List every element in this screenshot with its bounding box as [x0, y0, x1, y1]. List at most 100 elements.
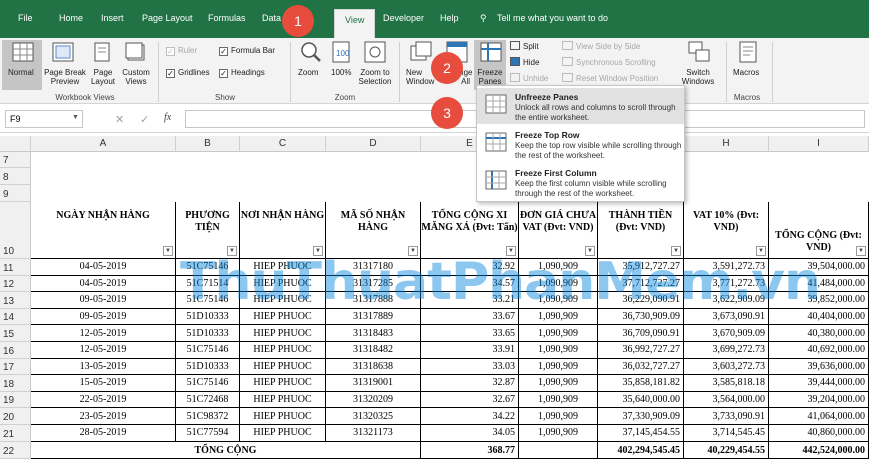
unhide-button[interactable]: Unhide: [510, 73, 548, 83]
row-header[interactable]: 13: [0, 292, 31, 309]
cell-amount[interactable]: 36,032,727.27: [598, 358, 684, 376]
total-tons[interactable]: 368.77: [421, 442, 519, 459]
cell-total[interactable]: 39,852,000.00: [769, 292, 869, 309]
row-header[interactable]: 21: [0, 425, 31, 442]
cell-vat[interactable]: 3,564,000.00: [684, 391, 769, 409]
filter-dropdown-icon[interactable]: ▼: [313, 246, 323, 256]
cell-vehicle[interactable]: 51C75146: [176, 375, 240, 392]
cell-date[interactable]: 09-05-2019: [31, 308, 176, 326]
cell-receipt-no[interactable]: 31318638: [326, 358, 421, 376]
tab-view[interactable]: View: [334, 9, 376, 38]
cell-vehicle[interactable]: 51C75146: [176, 292, 240, 309]
cell-tons[interactable]: 32.87: [421, 375, 519, 392]
unfreeze-panes-item[interactable]: Unfreeze Panes Unlock all rows and colum…: [477, 88, 684, 124]
cell-receipt-no[interactable]: 31321173: [326, 425, 421, 442]
filter-dropdown-icon[interactable]: ▼: [756, 246, 766, 256]
column-header-c[interactable]: C: [240, 136, 326, 152]
cell-unit-price[interactable]: 1,090,909: [519, 259, 598, 276]
cell-amount[interactable]: 37,145,454.55: [598, 425, 684, 442]
tell-me-search[interactable]: Tell me what you want to do: [497, 13, 608, 23]
switch-windows-button[interactable]: Switch Windows: [675, 68, 721, 86]
freeze-first-column-item[interactable]: Freeze First Column Keep the first colum…: [477, 164, 684, 200]
tab-help[interactable]: Help: [440, 13, 459, 23]
filter-dropdown-icon[interactable]: ▼: [671, 246, 681, 256]
cell-tons[interactable]: 33.03: [421, 358, 519, 376]
row-header[interactable]: 8: [0, 168, 31, 185]
column-header-d[interactable]: D: [326, 136, 421, 152]
cell-date[interactable]: 04-05-2019: [31, 259, 176, 276]
cell-receipt-no[interactable]: 31319001: [326, 375, 421, 392]
total-empty[interactable]: [519, 442, 598, 459]
cell-destination[interactable]: HIEP PHUOC: [240, 259, 326, 276]
cell-receipt-no[interactable]: 31320209: [326, 391, 421, 409]
cell-tons[interactable]: 32.92: [421, 259, 519, 276]
cell-unit-price[interactable]: 1,090,909: [519, 275, 598, 293]
cell-amount[interactable]: 35,912,727.27: [598, 259, 684, 276]
cell-vehicle[interactable]: 51C71514: [176, 275, 240, 293]
column-header-i[interactable]: I: [769, 136, 869, 152]
formula-bar-checkbox[interactable]: ✓ Formula Bar: [219, 46, 275, 56]
cell-date[interactable]: 23-05-2019: [31, 408, 176, 425]
row-header[interactable]: 22: [0, 442, 31, 459]
cell-amount[interactable]: 37,712,727.27: [598, 275, 684, 293]
cell-destination[interactable]: HIEP PHUOC: [240, 342, 326, 359]
gridlines-checkbox[interactable]: ✓ Gridlines: [166, 68, 210, 78]
cell-date[interactable]: 13-05-2019: [31, 358, 176, 376]
row-header[interactable]: 18: [0, 375, 31, 392]
cell-vat[interactable]: 3,673,090.91: [684, 308, 769, 326]
cell-vat[interactable]: 3,591,272.73: [684, 259, 769, 276]
cell-date[interactable]: 09-05-2019: [31, 292, 176, 309]
zoom-to-selection-button[interactable]: Zoom to Selection: [355, 68, 395, 86]
cell-amount[interactable]: 35,640,000.00: [598, 391, 684, 409]
zoom-button[interactable]: Zoom: [298, 68, 318, 77]
select-all-corner[interactable]: [0, 136, 31, 152]
cell-unit-price[interactable]: 1,090,909: [519, 342, 598, 359]
cell-total[interactable]: 40,380,000.00: [769, 325, 869, 342]
insert-function-button[interactable]: fx: [164, 112, 171, 123]
cell-vehicle[interactable]: 51D10333: [176, 308, 240, 326]
row-header[interactable]: 7: [0, 152, 31, 168]
total-label[interactable]: TỔNG CỘNG: [31, 442, 421, 459]
cell-vat[interactable]: 3,603,272.73: [684, 358, 769, 376]
cell-vat[interactable]: 3,714,545.45: [684, 425, 769, 442]
cell-vehicle[interactable]: 51C72468: [176, 391, 240, 409]
tab-home[interactable]: Home: [59, 13, 83, 23]
headings-checkbox[interactable]: ✓ Headings: [219, 68, 265, 78]
filter-dropdown-icon[interactable]: ▼: [163, 246, 173, 256]
reset-window-position-button[interactable]: Reset Window Position: [562, 73, 658, 83]
cell-total[interactable]: 39,444,000.00: [769, 375, 869, 392]
tab-data[interactable]: Data: [262, 13, 281, 23]
cell-amount[interactable]: 35,858,181.82: [598, 375, 684, 392]
ruler-checkbox[interactable]: ✓ Ruler: [166, 46, 197, 56]
cell-receipt-no[interactable]: 31318483: [326, 325, 421, 342]
row-header[interactable]: 10: [0, 202, 31, 259]
cell-vat[interactable]: 3,622,909.09: [684, 292, 769, 309]
cell-tons[interactable]: 33.21: [421, 292, 519, 309]
row-header[interactable]: 20: [0, 408, 31, 425]
tab-page-layout[interactable]: Page Layout: [142, 13, 193, 23]
filter-dropdown-icon[interactable]: ▼: [856, 246, 866, 256]
cell-vehicle[interactable]: 51C77594: [176, 425, 240, 442]
total-amount[interactable]: 402,294,545.45: [598, 442, 684, 459]
cell-amount[interactable]: 36,730,909.09: [598, 308, 684, 326]
cell-destination[interactable]: HIEP PHUOC: [240, 325, 326, 342]
cell-vat[interactable]: 3,771,272.73: [684, 275, 769, 293]
cell-total[interactable]: 41,484,000.00: [769, 275, 869, 293]
total-grand[interactable]: 442,524,000.00: [769, 442, 869, 459]
cell-unit-price[interactable]: 1,090,909: [519, 375, 598, 392]
zoom-100-button[interactable]: 100%: [331, 68, 351, 77]
cell-destination[interactable]: HIEP PHUOC: [240, 292, 326, 309]
cell-vat[interactable]: 3,585,818.18: [684, 375, 769, 392]
cell-amount[interactable]: 37,330,909.09: [598, 408, 684, 425]
cell-tons[interactable]: 34.57: [421, 275, 519, 293]
page-break-button[interactable]: Page Break Preview: [44, 68, 86, 86]
filter-dropdown-icon[interactable]: ▼: [585, 246, 595, 256]
row-header[interactable]: 16: [0, 342, 31, 359]
cell-date[interactable]: 12-05-2019: [31, 342, 176, 359]
cell-total[interactable]: 41,064,000.00: [769, 408, 869, 425]
cell-total[interactable]: 40,692,000.00: [769, 342, 869, 359]
cell-destination[interactable]: HIEP PHUOC: [240, 425, 326, 442]
row-header[interactable]: 17: [0, 358, 31, 376]
cell-receipt-no[interactable]: 31317889: [326, 308, 421, 326]
cell-vehicle[interactable]: 51C75146: [176, 342, 240, 359]
